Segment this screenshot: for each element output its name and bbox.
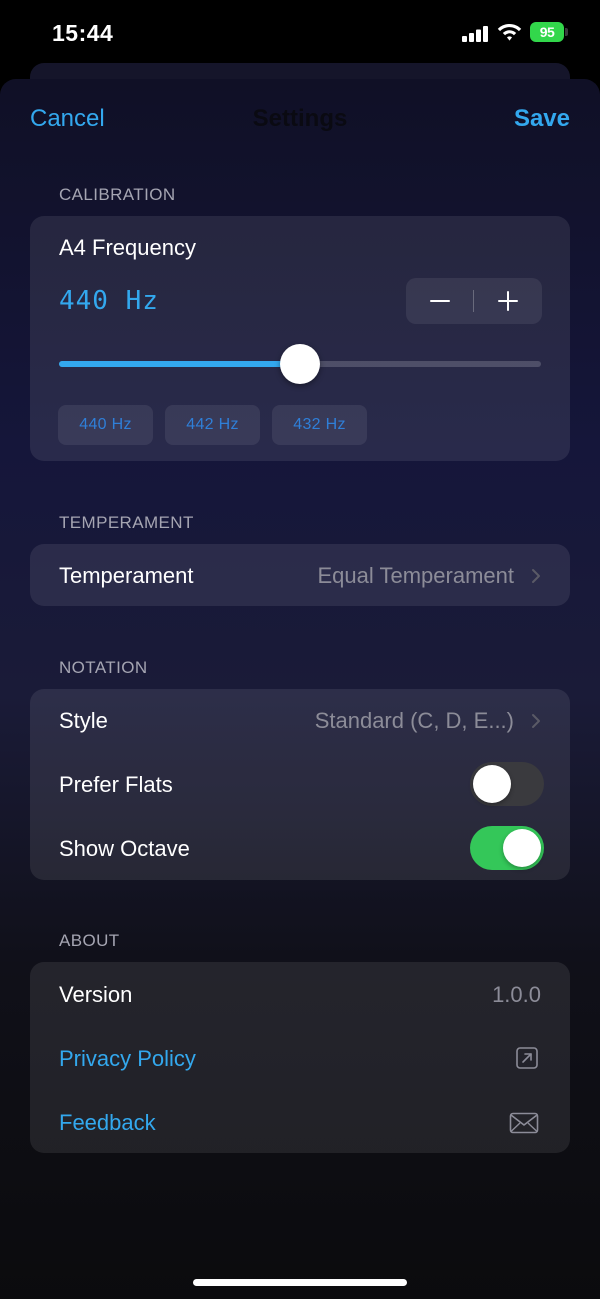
toggle-knob	[503, 829, 541, 867]
section-header-calibration: CALIBRATION	[59, 185, 176, 204]
frequency-value: 440 Hz	[59, 286, 159, 316]
plus-icon	[498, 291, 518, 311]
temperament-value: Equal Temperament	[317, 563, 515, 588]
preset-432-button[interactable]: 432 Hz	[272, 405, 367, 445]
battery-level: 95	[530, 22, 564, 42]
show-octave-toggle[interactable]	[470, 826, 544, 870]
external-link-icon	[516, 1047, 538, 1069]
envelope-icon	[509, 1112, 539, 1134]
minus-icon	[430, 300, 450, 302]
status-bar: 15:44 95	[0, 0, 600, 66]
save-button[interactable]: Save	[514, 105, 570, 133]
temperament-label: Temperament	[59, 563, 194, 588]
privacy-policy-link: Privacy Policy	[59, 1046, 196, 1071]
preset-440-button[interactable]: 440 Hz	[58, 405, 153, 445]
frequency-stepper	[406, 278, 542, 324]
style-row[interactable]: Style Standard (C, D, E...)	[30, 689, 570, 753]
slider-fill	[59, 361, 300, 367]
cancel-button[interactable]: Cancel	[30, 105, 105, 133]
frequency-slider[interactable]	[59, 344, 541, 384]
chevron-right-icon	[532, 569, 540, 583]
battery-tip	[565, 28, 568, 36]
cellular-signal-icon	[462, 26, 488, 42]
version-label: Version	[59, 982, 133, 1007]
settings-screen: 15:44 95 Settings Cancel Save CALIBRATIO…	[0, 0, 600, 1299]
prefer-flats-label: Prefer Flats	[59, 772, 173, 797]
prefer-flats-toggle[interactable]	[470, 762, 544, 806]
feedback-link: Feedback	[59, 1110, 156, 1135]
feedback-row[interactable]: Feedback	[30, 1090, 570, 1153]
status-time: 15:44	[52, 20, 114, 46]
a4-frequency-label: A4 Frequency	[59, 235, 196, 260]
notation-card: Style Standard (C, D, E...) Prefer Flats…	[30, 689, 570, 880]
chevron-right-icon	[532, 714, 540, 728]
slider-thumb[interactable]	[280, 344, 320, 384]
temperament-row[interactable]: Temperament Equal Temperament	[30, 544, 570, 606]
increment-button[interactable]	[474, 278, 542, 324]
show-octave-label: Show Octave	[59, 836, 190, 861]
calibration-card: A4 Frequency 440 Hz 440 Hz 442 Hz 432 Hz	[30, 216, 570, 461]
version-value: 1.0.0	[492, 982, 541, 1007]
wifi-icon	[497, 24, 522, 41]
toggle-knob	[473, 765, 511, 803]
about-card: Version 1.0.0 Privacy Policy Feedback	[30, 962, 570, 1153]
preset-442-button[interactable]: 442 Hz	[165, 405, 260, 445]
section-header-temperament: TEMPERAMENT	[59, 513, 194, 532]
battery-indicator: 95	[530, 22, 568, 42]
style-value: Standard (C, D, E...)	[314, 708, 514, 733]
section-header-about: ABOUT	[59, 931, 120, 950]
privacy-policy-row[interactable]: Privacy Policy	[30, 1026, 570, 1090]
frequency-presets: 440 Hz 442 Hz 432 Hz	[58, 405, 367, 445]
section-header-notation: NOTATION	[59, 658, 148, 677]
home-indicator	[193, 1279, 407, 1286]
style-label: Style	[59, 708, 108, 733]
decrement-button[interactable]	[406, 278, 474, 324]
